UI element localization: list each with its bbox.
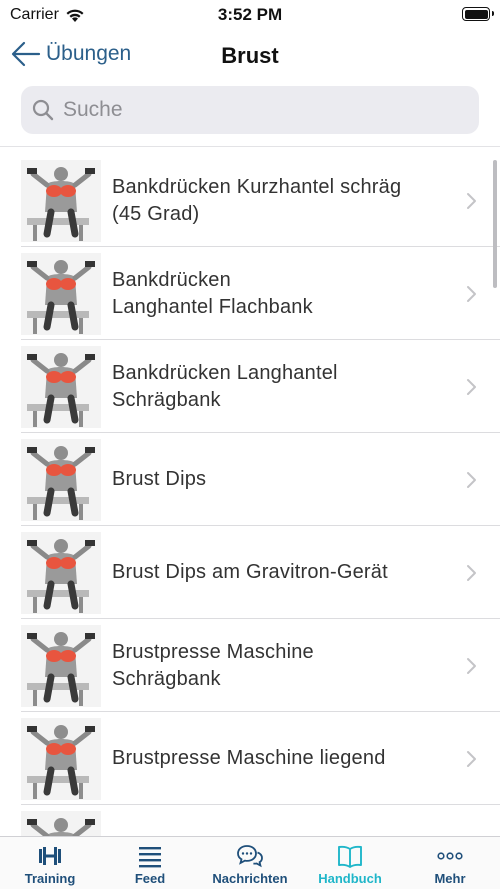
- chevron-right-icon: [467, 378, 476, 395]
- exercise-label: Brust Dips am Gravitron-Gerät: [112, 561, 388, 583]
- exercise-thumbnail: [21, 718, 101, 800]
- search-input[interactable]: [63, 98, 463, 122]
- exercise-illustration: [21, 439, 101, 521]
- chevron-right-icon: [467, 750, 476, 767]
- list-divider: [0, 146, 500, 147]
- exercise-label: Brustpresse Maschine Schrägbank: [112, 640, 314, 690]
- chevron-right-icon: [467, 471, 476, 488]
- search-bar[interactable]: [21, 86, 479, 134]
- exercise-thumbnail: [21, 253, 101, 335]
- status-time: 3:52 PM: [217, 5, 283, 24]
- tab-mehr[interactable]: Mehr: [400, 837, 500, 889]
- exercise-label: Bankdrücken Langhantel Flachbank: [112, 268, 313, 318]
- scroll-indicator[interactable]: [493, 160, 497, 288]
- exercise-label: Bankdrücken Kurzhantel schräg (45 Grad): [112, 175, 402, 225]
- back-button-label: Übungen: [46, 42, 132, 65]
- chevron-right-icon: [467, 564, 476, 581]
- exercise-row[interactable]: Bankdrücken Langhantel Flachbank: [0, 247, 500, 340]
- exercise-thumbnail: [21, 811, 101, 836]
- exercise-illustration: [21, 346, 101, 428]
- exercise-label: Brust Dips: [112, 468, 207, 490]
- exercise-row[interactable]: Brustpresse Maschine Schrägbank: [0, 619, 500, 712]
- exercise-row[interactable]: Bankdrücken Langhantel Schrägbank: [0, 340, 500, 433]
- battery-icon: [462, 7, 494, 21]
- exercise-label: Bankdrücken Langhantel Schrägbank: [112, 361, 338, 411]
- more-icon: [437, 852, 463, 860]
- exercise-illustration: [21, 625, 101, 707]
- status-bar: Carrier 3:52 PM: [0, 0, 500, 30]
- tab-label: Mehr: [434, 871, 466, 886]
- tab-label: Feed: [134, 871, 166, 886]
- chat-icon: [237, 845, 263, 868]
- feed-icon: [139, 847, 161, 868]
- exercise-thumbnail: [21, 625, 101, 707]
- tab-training[interactable]: Training: [0, 837, 100, 889]
- exercise-illustration: [21, 532, 101, 614]
- exercise-thumbnail: [21, 532, 101, 614]
- chevron-right-icon: [467, 192, 476, 209]
- tab-feed[interactable]: Feed: [100, 837, 200, 889]
- exercise-illustration: [21, 811, 101, 836]
- back-button[interactable]: Übungen: [10, 39, 131, 69]
- exercise-thumbnail: [21, 346, 101, 428]
- tab-bar: Training Feed Nachrichten Handbuch Mehr: [0, 836, 500, 889]
- tab-label: Nachrichten: [212, 871, 288, 886]
- exercise-row[interactable]: Brust Dips am Gravitron-Gerät: [0, 526, 500, 619]
- chevron-right-icon: [467, 657, 476, 674]
- exercise-illustration: [21, 160, 101, 242]
- exercise-list[interactable]: Bankdrücken Kurzhantel schräg (45 Grad) …: [0, 154, 500, 836]
- tab-handbuch[interactable]: Handbuch: [300, 837, 400, 889]
- exercise-row[interactable]: Brustpresse Maschine liegend: [0, 712, 500, 805]
- tab-label: Handbuch: [318, 871, 382, 886]
- exercise-row[interactable]: Brust Dips: [0, 433, 500, 526]
- exercise-thumbnail: [21, 160, 101, 242]
- book-icon: [338, 845, 362, 868]
- chevron-right-icon: [467, 285, 476, 302]
- arrow-left-icon: [11, 41, 41, 67]
- exercise-label: Brustpresse Maschine liegend: [112, 747, 386, 769]
- navigation-bar: Übungen Brust: [0, 32, 500, 78]
- dumbbell-icon: [39, 847, 61, 865]
- search-icon: [32, 99, 54, 121]
- tab-nachrichten[interactable]: Nachrichten: [200, 837, 300, 889]
- exercise-thumbnail: [21, 439, 101, 521]
- exercise-row[interactable]: Bankdrücken Kurzhantel schräg (45 Grad): [0, 154, 500, 247]
- exercise-illustration: [21, 253, 101, 335]
- tab-label: Training: [24, 871, 76, 886]
- exercise-illustration: [21, 718, 101, 800]
- exercise-row[interactable]: Brustpresse am Kabelzugturm: [0, 805, 500, 836]
